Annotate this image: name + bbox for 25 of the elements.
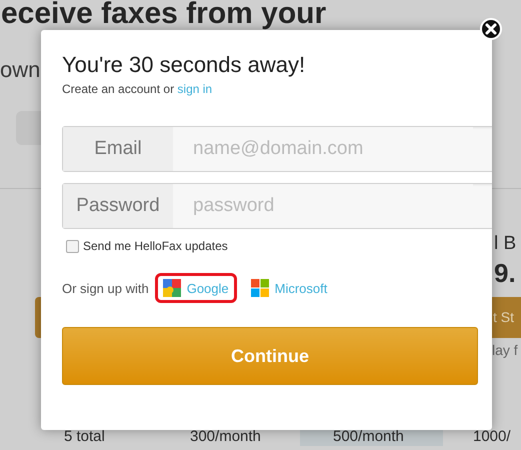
field-label: Password [63,184,173,228]
plan-price: 9. [494,259,517,287]
page-heading: eceive faxes from your [1,0,326,29]
plan-button[interactable]: t St [492,297,521,338]
sign-up-link[interactable]: Google [154,273,237,303]
google-icon [162,279,181,297]
plan-title: l B [494,233,518,255]
table-cell-text: 5 total [63,427,106,446]
dialog-title: You're 30 seconds away! [62,52,306,78]
sign-in-link[interactable]: sign in [177,82,212,96]
table-cell-text: 300/month [189,427,262,446]
dialog-subtitle: Create an account or sign in [62,82,214,96]
page-subheading: own [0,57,40,83]
table-cell-text: 1000/ [472,427,511,446]
close-button[interactable] [480,18,502,40]
plan-note: lay f [492,342,518,358]
form-field[interactable]: Email name@domain.com [62,126,492,172]
checkbox-label: Send me HelloFax updates [83,239,228,253]
continue-button[interactable]: Continue [62,327,478,385]
checkbox[interactable] [66,240,79,252]
form-field[interactable]: Password password [62,183,492,229]
field-label: Email [63,127,173,171]
signup-prompt: Or sign up with [62,280,149,296]
windows-logo-icon [250,279,269,297]
sign-up-link[interactable]: Microsoft [242,273,336,303]
